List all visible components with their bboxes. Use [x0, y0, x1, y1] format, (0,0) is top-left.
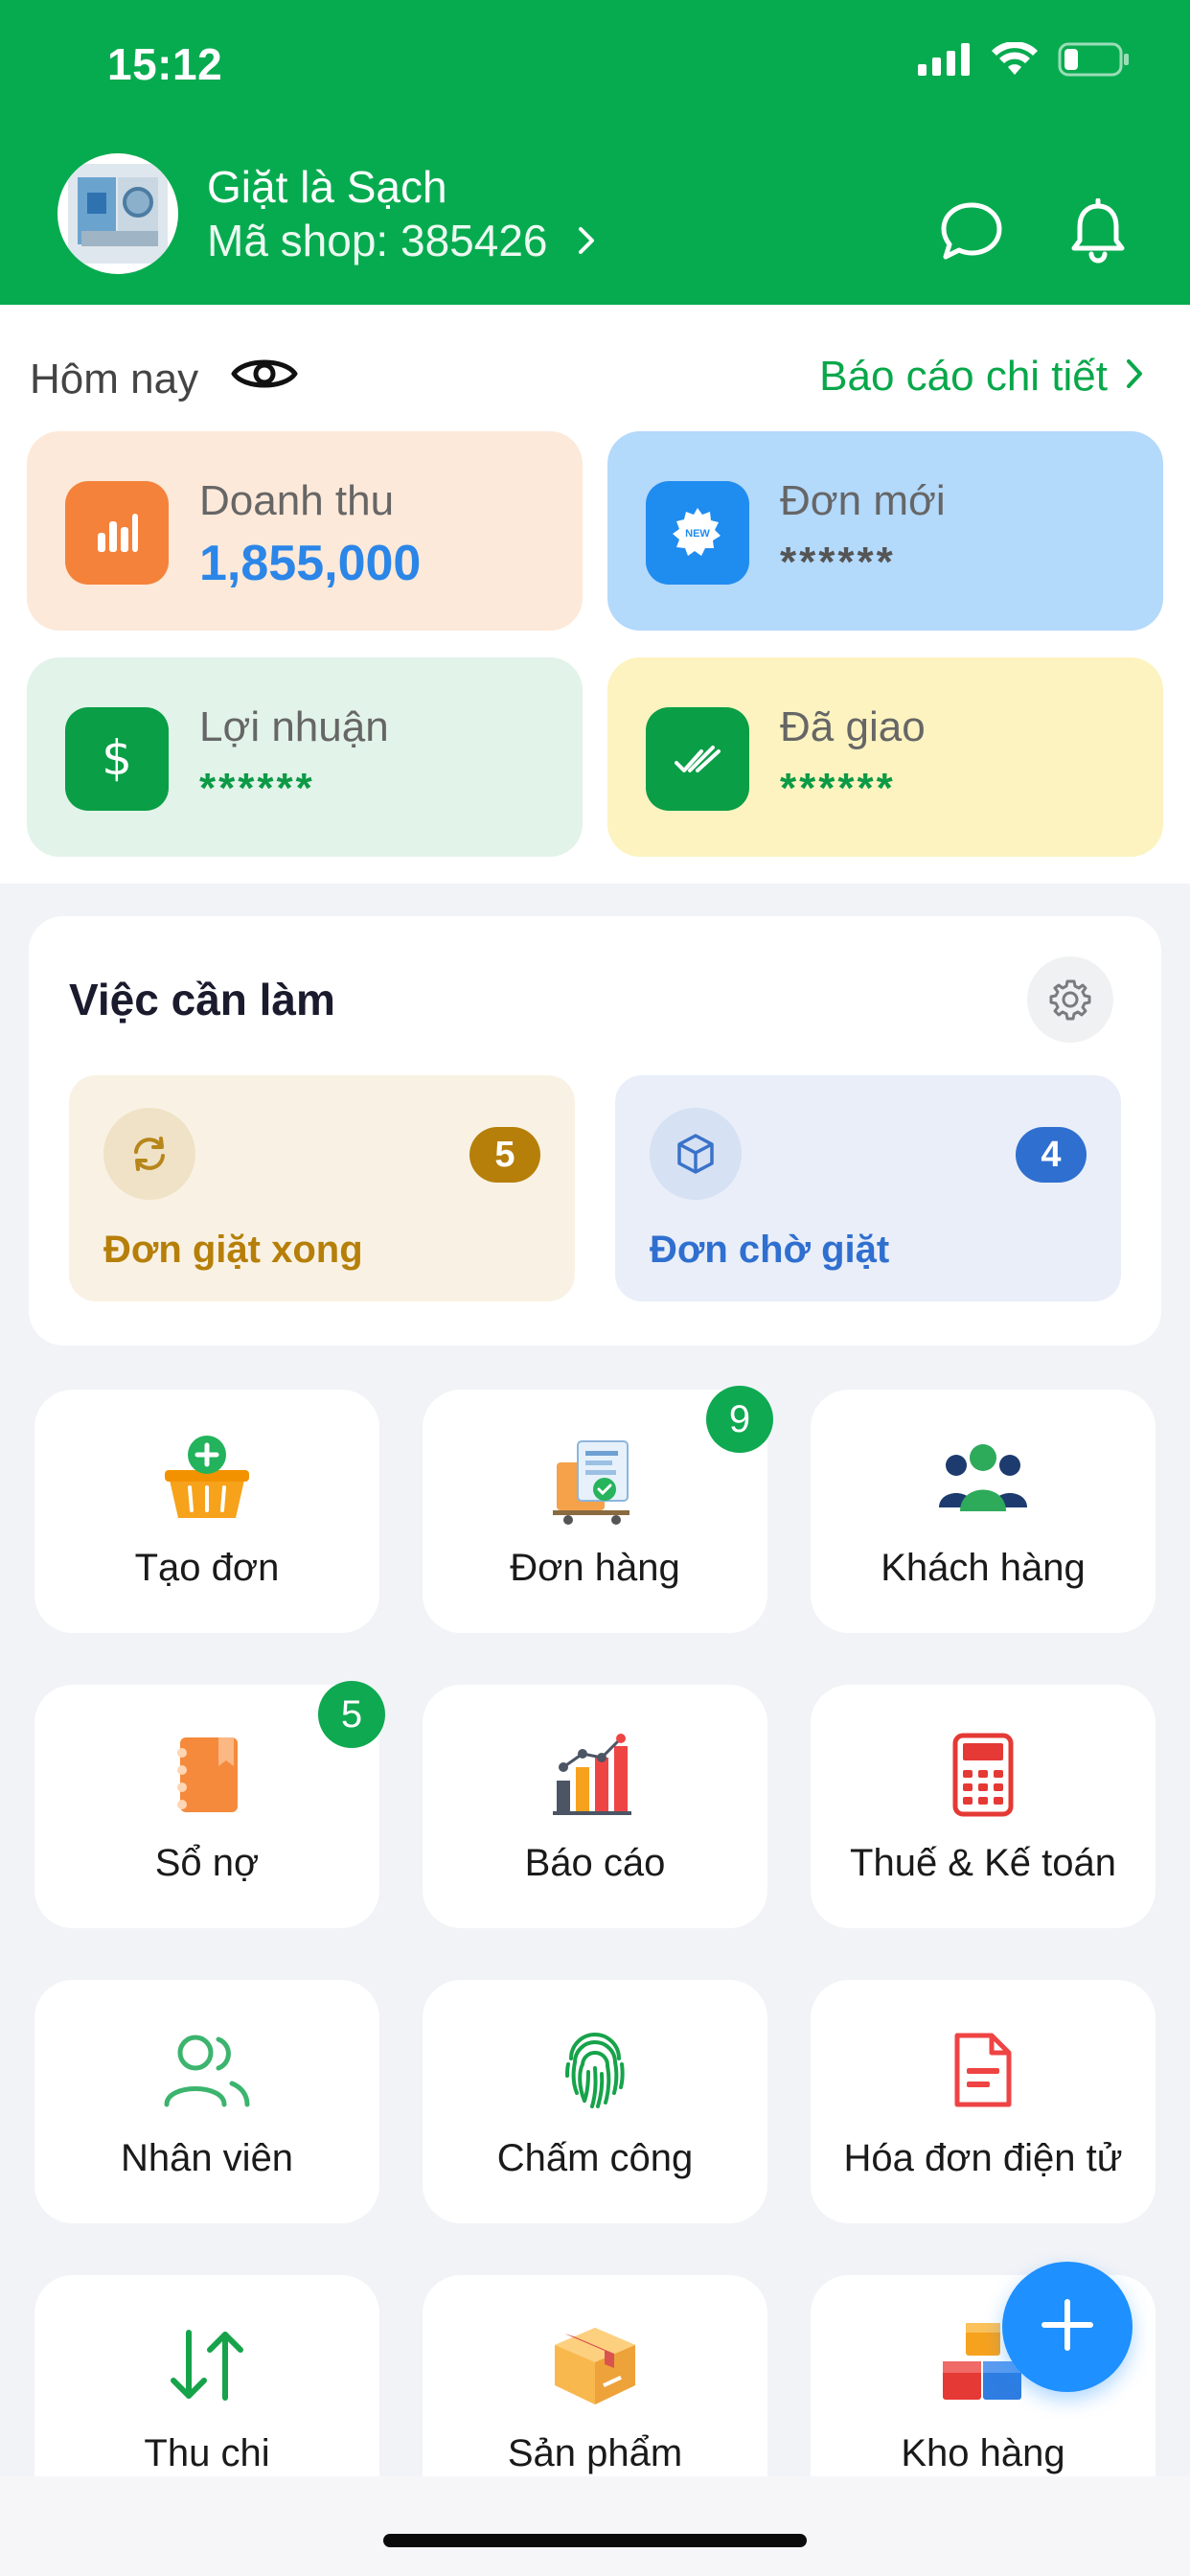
tile-label: Thuế & Kế toán — [850, 1842, 1116, 1884]
todo-label: Đơn giặt xong — [103, 1229, 363, 1271]
today-panel: Hôm nay Báo cáo chi tiết Doanh thu 1,855… — [0, 305, 1190, 884]
todo-label: Đơn chờ giặt — [650, 1229, 890, 1271]
tile-label: Sổ nợ — [154, 1842, 260, 1884]
delivered-card[interactable]: Đã giao ****** — [607, 657, 1163, 857]
tile-debt-book[interactable]: Sổ nợ 5 — [34, 1681, 385, 1928]
tile-label: Chấm công — [496, 2137, 694, 2179]
chat-icon[interactable] — [935, 196, 1008, 268]
tile-tax-accounting[interactable]: Thuế & Kế toán — [811, 1685, 1156, 1928]
notification-badge: 9 — [706, 1386, 773, 1453]
tile-label: Sản phẩm — [507, 2432, 683, 2474]
revenue-value: 1,855,000 — [199, 536, 422, 591]
staff-icon — [34, 2022, 379, 2118]
tile-label: Kho hàng — [901, 2432, 1065, 2474]
status-icons — [918, 41, 1131, 81]
gear-icon[interactable] — [1027, 956, 1113, 1043]
box-icon — [650, 1108, 742, 1200]
new-badge-icon: NEW — [646, 481, 749, 585]
report-detail-link[interactable]: Báo cáo chi tiết — [819, 353, 1144, 401]
tile-label: Hóa đơn điện tử — [843, 2137, 1123, 2179]
profit-label: Lợi nhuận — [199, 703, 389, 750]
shop-avatar[interactable] — [57, 153, 178, 274]
svg-text:$: $ — [102, 730, 132, 786]
delivered-label: Đã giao — [780, 703, 926, 750]
todo-card: Việc cần làm 5 Đơn giặt xong 4 Đơn chờ g… — [29, 916, 1161, 1346]
package-icon — [423, 2317, 767, 2413]
tile-reports[interactable]: Báo cáo — [423, 1685, 767, 1928]
tile-label: Đơn hàng — [510, 1547, 680, 1589]
tile-label: Tạo đơn — [134, 1547, 280, 1589]
calculator-icon — [811, 1727, 1156, 1823]
tile-label: Báo cáo — [524, 1842, 666, 1884]
tile-create-order[interactable]: Tạo đơn — [34, 1390, 379, 1633]
basket-plus-icon — [34, 1432, 379, 1528]
tile-label: Nhân viên — [120, 2137, 294, 2179]
svg-text:NEW: NEW — [685, 528, 710, 540]
double-check-icon — [646, 707, 749, 811]
dollar-icon: $ — [65, 707, 169, 811]
refresh-icon — [103, 1108, 195, 1200]
shop-code-row[interactable]: Mã shop: 385426 — [207, 215, 596, 266]
profit-value: ****** — [199, 765, 315, 812]
todo-laundry-done[interactable]: 5 Đơn giặt xong — [69, 1075, 575, 1301]
order-cart-icon — [423, 1432, 767, 1528]
chevron-right-icon — [1125, 353, 1144, 401]
todo-badge: 4 — [1016, 1127, 1087, 1183]
add-fab-button[interactable] — [1002, 2262, 1133, 2392]
eye-icon[interactable] — [231, 353, 298, 405]
profit-card[interactable]: $ Lợi nhuận ****** — [27, 657, 583, 857]
home-indicator[interactable] — [383, 2534, 807, 2547]
customers-icon — [811, 1432, 1156, 1528]
chevron-right-icon — [577, 215, 596, 266]
app-header: 15:12 Giặt là Sạch Mã shop: 385426 — [0, 0, 1190, 305]
report-chart-icon — [423, 1727, 767, 1823]
signal-icon — [918, 43, 972, 80]
todo-title: Việc cần làm — [69, 975, 335, 1024]
arrows-updown-icon — [34, 2317, 379, 2413]
fingerprint-icon — [423, 2022, 767, 2118]
tile-timekeeping[interactable]: Chấm công — [423, 1980, 767, 2223]
invoice-document-icon — [811, 2022, 1156, 2118]
today-header: Hôm nay — [30, 353, 298, 405]
battery-icon — [1058, 42, 1131, 81]
tile-label: Thu chi — [144, 2432, 270, 2474]
bottom-safe-area — [0, 2476, 1190, 2576]
tile-einvoice[interactable]: Hóa đơn điện tử — [811, 1980, 1156, 2223]
new-orders-card[interactable]: NEW Đơn mới ****** — [607, 431, 1163, 631]
shop-code: Mã shop: 385426 — [207, 216, 548, 265]
bar-chart-icon — [65, 481, 169, 585]
revenue-label: Doanh thu — [199, 477, 395, 524]
new-orders-label: Đơn mới — [780, 477, 946, 524]
plus-icon — [1039, 2296, 1096, 2358]
shop-name[interactable]: Giặt là Sạch — [207, 161, 447, 213]
status-time: 15:12 — [107, 39, 223, 89]
wifi-icon — [991, 41, 1039, 81]
todo-waiting-laundry[interactable]: 4 Đơn chờ giặt — [615, 1075, 1121, 1301]
notification-badge: 5 — [318, 1681, 385, 1748]
notebook-icon — [34, 1727, 379, 1823]
bell-icon[interactable] — [1062, 196, 1134, 268]
revenue-card[interactable]: Doanh thu 1,855,000 — [27, 431, 583, 631]
tile-label: Khách hàng — [881, 1547, 1086, 1589]
tile-customers[interactable]: Khách hàng — [811, 1390, 1156, 1633]
new-orders-value: ****** — [780, 539, 896, 586]
todo-badge: 5 — [469, 1127, 540, 1183]
tile-orders[interactable]: Đơn hàng 9 — [423, 1386, 773, 1633]
report-link-label: Báo cáo chi tiết — [819, 353, 1108, 400]
today-label: Hôm nay — [30, 355, 199, 402]
tile-staff[interactable]: Nhân viên — [34, 1980, 379, 2223]
delivered-value: ****** — [780, 765, 896, 812]
